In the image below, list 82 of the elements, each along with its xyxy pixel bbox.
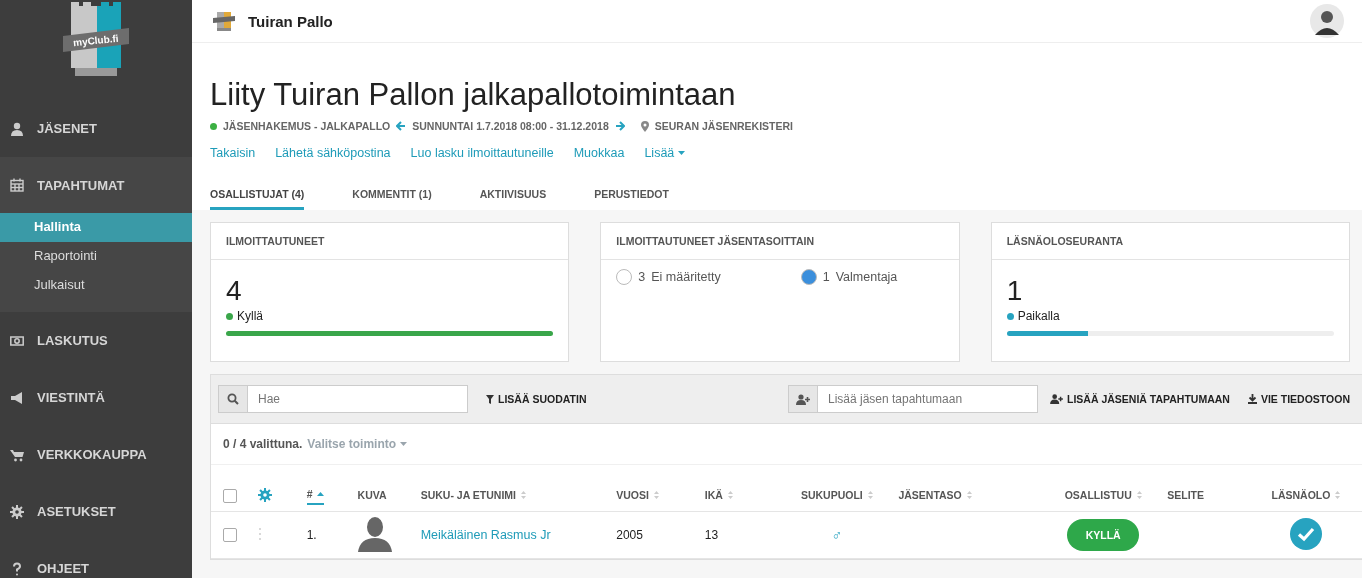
nav-item[interactable]: TAPAHTUMAT [0,157,192,213]
sort-icon [1136,490,1142,499]
event-date: SUNNUNTAI 1.7.2018 08:00 - 31.12.2018 [412,120,609,132]
sort-ascending-icon [317,491,325,496]
nav-subitem[interactable]: Julkaisut [0,271,192,300]
column-header[interactable]: LÄSNÄOLO [1271,488,1341,504]
money-icon [10,333,24,348]
club-logo [212,10,236,32]
question-icon [10,561,24,576]
add-members-button[interactable]: LISÄÄ JÄSENIÄ TAPAHTUMAAN [1049,393,1230,405]
event-type: JÄSENHAKEMUS - JALKAPALLO [210,120,391,132]
filter-button[interactable]: LISÄÄ SUODATIN [486,393,587,405]
stat-value: 4 [226,275,243,307]
nav-item[interactable]: JÄSENET [0,100,192,157]
column-header[interactable]: SUKU- JA ETUNIMI [420,488,526,504]
column-header[interactable]: SUKUPUOLI [800,488,873,504]
sort-icon [1335,490,1341,499]
level-count: 1 [822,270,830,284]
event-location: SEURAN JÄSENREKISTERI [654,120,793,132]
nav-item[interactable]: VERKKOKAUPPA [0,426,192,483]
column-header: KUVA [357,488,387,503]
table-cell: 13 [704,528,719,542]
legend-label: Paikalla [1017,309,1060,323]
sort-icon [520,490,526,499]
sort-icon [653,490,659,499]
drag-handle-icon[interactable] [257,526,262,541]
search-icon [227,393,239,405]
add-user-icon [795,393,810,405]
card-title: ILMOITTAUTUNEET JÄSENTASOITTAIN [601,223,959,260]
level-label: Ei määritetty [651,270,721,284]
caret-icon [400,442,408,446]
table-cell: 1. [306,528,317,542]
logo: myClub.fi [61,2,131,76]
sort-icon [966,490,972,499]
nav-item[interactable]: LASKUTUS [0,312,192,369]
column-header: SELITE [1167,488,1205,503]
avatar[interactable] [1310,4,1344,38]
row-checkbox[interactable] [223,528,237,543]
previous-arrow-icon[interactable] [396,121,407,131]
check-circle-icon[interactable] [1289,517,1322,550]
user-icon [10,121,24,136]
add-member-box[interactable]: Lisää jäsen tapahtumaan [787,385,1038,413]
cart-icon [10,447,24,462]
nav-item[interactable]: VIESTINTÄ [0,369,192,426]
next-arrow-icon[interactable] [614,121,625,131]
calendar-icon [10,178,24,192]
level-label: Valmentaja [835,270,898,284]
nav-item[interactable]: ASETUKSET [0,483,192,540]
megaphone-icon [10,390,24,405]
person-silhouette [357,515,392,552]
table-cell: 2005 [616,528,643,542]
caret-icon [678,151,686,155]
sort-icon [727,490,733,499]
nav-item[interactable]: OHJEET [0,540,192,578]
column-header[interactable]: OSALLISTUU [1064,488,1142,504]
card-title: ILMOITTAUTUNEET [211,223,569,260]
club-name: Tuiran Pallo [248,12,333,30]
selection-count: 0 / 4 valittuna. [223,437,303,451]
column-header[interactable]: JÄSENTASO [898,488,972,504]
search-box[interactable]: Hae [218,385,468,413]
stat-value: 1 [1006,275,1024,307]
column-header[interactable]: VUOSI [616,488,659,504]
export-button[interactable]: VIE TIEDOSTOON [1247,393,1350,405]
location-pin-icon [640,120,649,132]
tab[interactable]: PERUSTIEDOT [594,188,669,210]
select-all-checkbox[interactable] [223,489,237,504]
tab[interactable]: KOMMENTIT (1) [352,188,432,210]
card-title: LÄSNÄOLOSEURANTA [991,223,1349,260]
tab[interactable]: AKTIIVISUUS [479,188,547,210]
settings-icon[interactable] [257,488,272,502]
filter-icon [486,394,494,404]
gear-icon [10,504,24,519]
add-user-icon [1049,394,1063,404]
legend-label: Kyllä [237,309,263,323]
level-count: 3 [638,270,646,284]
column-header[interactable]: # [306,487,325,505]
sort-icon [867,490,873,499]
gender-symbol: ♂ [831,527,843,543]
event-title: Liity Tuiran Pallon jalkapallotoimintaan [210,76,737,114]
download-icon [1247,394,1257,404]
column-header[interactable]: IKÄ [704,488,733,504]
nav-subitem[interactable]: Raportointi [0,242,192,271]
